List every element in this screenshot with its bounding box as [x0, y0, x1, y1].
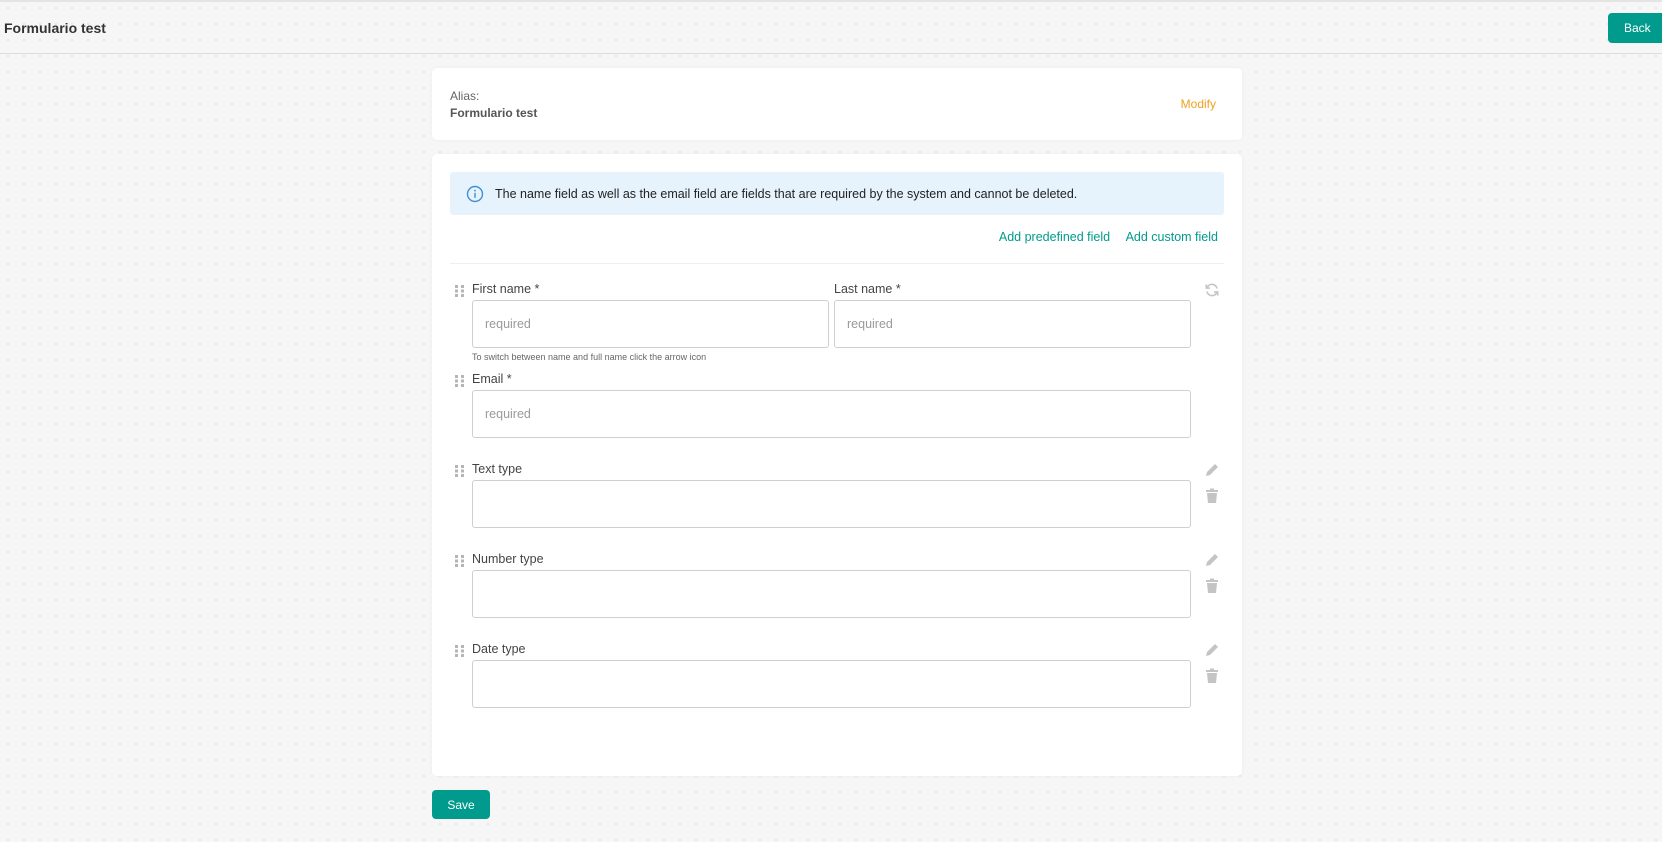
- name-switch-hint: To switch between name and full name cli…: [472, 352, 707, 362]
- modify-link[interactable]: Modify: [1181, 97, 1216, 111]
- info-text: The name field as well as the email fiel…: [495, 187, 1078, 201]
- name-field-row: First name * Last name * To switch betwe…: [452, 282, 1222, 366]
- pencil-icon[interactable]: [1204, 552, 1220, 568]
- text-type-label: Text type: [472, 462, 523, 476]
- trash-icon[interactable]: [1204, 578, 1220, 594]
- trash-icon[interactable]: [1204, 488, 1220, 504]
- number-type-field-row: Number type: [452, 552, 1222, 622]
- drag-handle-icon[interactable]: [454, 464, 466, 478]
- first-name-input[interactable]: [472, 300, 829, 348]
- alias-value: Formulario test: [450, 106, 538, 120]
- page-title: Formulario test: [4, 20, 106, 36]
- pencil-icon[interactable]: [1204, 642, 1220, 658]
- alias-label: Alias:: [450, 89, 480, 103]
- drag-handle-icon[interactable]: [454, 554, 466, 568]
- save-button[interactable]: Save: [432, 790, 490, 819]
- date-type-field-row: Date type: [452, 642, 1222, 712]
- drag-handle-icon[interactable]: [454, 374, 466, 388]
- trash-icon[interactable]: [1204, 668, 1220, 684]
- email-input[interactable]: [472, 390, 1191, 438]
- page-header: Formulario test Back: [0, 2, 1662, 54]
- email-field-row: Email *: [452, 372, 1222, 442]
- number-type-input[interactable]: [472, 570, 1191, 618]
- drag-handle-icon[interactable]: [454, 644, 466, 658]
- text-type-field-row: Text type: [452, 462, 1222, 532]
- add-field-actions: Add predefined field Add custom field: [987, 230, 1218, 244]
- refresh-icon[interactable]: [1204, 282, 1220, 298]
- add-predefined-field-link[interactable]: Add predefined field: [999, 230, 1110, 244]
- form-builder-card: The name field as well as the email fiel…: [432, 154, 1242, 776]
- pencil-icon[interactable]: [1204, 462, 1220, 478]
- last-name-label: Last name *: [834, 282, 901, 296]
- info-icon: [466, 185, 484, 203]
- divider: [450, 263, 1224, 264]
- date-type-input[interactable]: [472, 660, 1191, 708]
- add-custom-field-link[interactable]: Add custom field: [1126, 230, 1218, 244]
- back-button[interactable]: Back: [1608, 13, 1662, 43]
- drag-handle-icon[interactable]: [454, 284, 466, 298]
- alias-card: Alias: Formulario test Modify: [432, 68, 1242, 140]
- text-type-input[interactable]: [472, 480, 1191, 528]
- email-label: Email *: [472, 372, 512, 386]
- date-type-label: Date type: [472, 642, 526, 656]
- number-type-label: Number type: [472, 552, 544, 566]
- first-name-label: First name *: [472, 282, 540, 296]
- last-name-input[interactable]: [834, 300, 1191, 348]
- info-banner: The name field as well as the email fiel…: [450, 172, 1224, 215]
